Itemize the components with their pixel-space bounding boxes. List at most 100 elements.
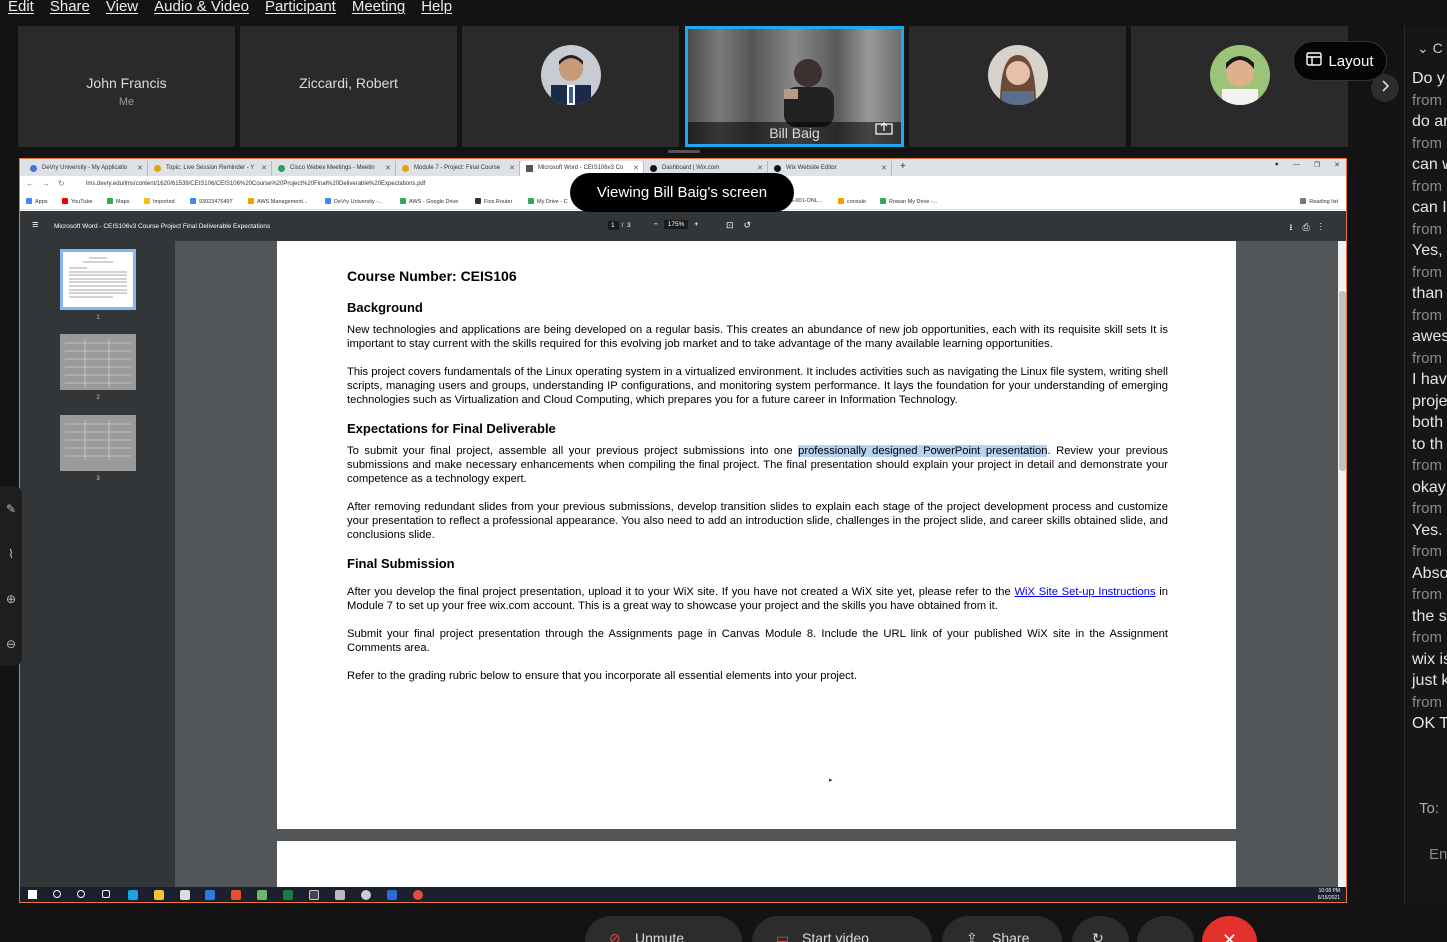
close-icon[interactable]: ✕ — [509, 164, 515, 172]
close-icon[interactable]: ✕ — [385, 164, 391, 172]
menu-meeting[interactable]: Meeting — [352, 0, 405, 16]
fit-rotate-icons[interactable]: ⊡↺ — [726, 220, 761, 231]
menu-help[interactable]: Help — [421, 0, 452, 16]
page-thumbnail[interactable] — [60, 249, 136, 310]
search-icon[interactable] — [53, 890, 61, 898]
scrollbar-thumb[interactable] — [1339, 291, 1346, 471]
zoom-level[interactable]: 175% — [663, 220, 689, 229]
page-thumbnail[interactable] — [60, 415, 136, 471]
participant-tile[interactable]: John Francis Me — [18, 26, 235, 147]
cortana-icon[interactable] — [77, 890, 85, 898]
participant-tile[interactable] — [462, 26, 679, 147]
browser-tab[interactable]: Cisco Webex Meetings - Meetin ✕ — [272, 161, 396, 176]
office-icon[interactable] — [231, 890, 241, 900]
menu-audio-video[interactable]: Audio & Video — [154, 0, 249, 16]
menu-view[interactable]: View — [106, 0, 138, 16]
reactions-button[interactable]: ↻ — [1072, 916, 1129, 942]
fingerprint-icon[interactable]: ⌇ — [8, 547, 14, 561]
bookmark-item[interactable]: console — [838, 198, 866, 205]
menu-share[interactable]: Share — [50, 0, 90, 16]
bookmark-item[interactable]: Imported — [144, 198, 175, 205]
profile-icon[interactable]: ● — [1275, 161, 1279, 169]
chrome-icon[interactable] — [413, 890, 423, 900]
active-speaker-tile[interactable]: Bill Baig — [685, 26, 904, 147]
chat-sender-line: from — [1412, 543, 1442, 560]
menu-edit[interactable]: Edit — [8, 0, 34, 16]
next-participants-button[interactable] — [1371, 74, 1399, 102]
zoom-out-icon[interactable]: − — [654, 221, 658, 228]
close-icon[interactable]: ✕ — [633, 164, 639, 172]
pdf-page: Course Number: CEIS106 Background New te… — [277, 241, 1236, 829]
layout-button[interactable]: Layout — [1293, 41, 1387, 81]
browser-tab[interactable]: Module 7 - Project: Final Course ✕ — [396, 161, 520, 176]
wix-setup-link[interactable]: WiX Site Set-up Instructions — [1014, 586, 1155, 598]
participant-tile[interactable] — [909, 26, 1126, 147]
bookmark-item[interactable]: AWS - Google Drive — [400, 198, 458, 205]
bookmark-item[interactable]: Apps — [26, 198, 48, 205]
zoom-in-icon[interactable]: + — [694, 221, 698, 228]
new-tab-button[interactable]: + — [900, 161, 906, 172]
chevron-down-icon[interactable]: ⌄ — [1417, 40, 1429, 56]
url-text[interactable]: lms.devry.edu/lms/content/1620/61539/CEI… — [86, 181, 425, 187]
chat-input[interactable]: En — [1429, 846, 1447, 863]
close-icon[interactable]: ✕ — [261, 164, 267, 172]
page-thumbnail[interactable] — [60, 334, 136, 390]
terminal-icon[interactable] — [309, 890, 319, 900]
pen-icon[interactable]: ✎ — [6, 502, 16, 516]
system-clock[interactable]: 10:08 PM 6/15/2021 — [1318, 888, 1340, 902]
bookmark-item[interactable]: Fios Router — [475, 198, 512, 205]
bookmark-item[interactable]: My Drive - C — [528, 198, 568, 205]
chat-message-line: I hav — [1412, 371, 1447, 388]
nav-arrows-icon[interactable]: ←→↻ — [26, 179, 73, 188]
browser-tab[interactable]: Topic: Live Session Reminder - Y ✕ — [148, 161, 272, 176]
vertical-scrollbar[interactable] — [1338, 241, 1346, 887]
zoom-out-icon[interactable]: ⊖ — [6, 637, 16, 651]
drive-icon — [880, 198, 886, 204]
bookmark-item[interactable]: Rowan My Drive -... — [880, 198, 937, 205]
close-icon: ✕ — [1221, 930, 1238, 942]
close-icon[interactable]: ✕ — [1334, 161, 1340, 169]
app-icon[interactable] — [335, 890, 345, 900]
pdf-viewer[interactable]: Course Number: CEIS106 Background New te… — [175, 241, 1346, 887]
close-icon[interactable]: ✕ — [881, 164, 887, 172]
unmute-button[interactable]: ⊘ Unmute — [585, 916, 742, 942]
bookmark-item[interactable]: AWS Management... — [248, 198, 308, 205]
resize-handle[interactable] — [668, 150, 700, 153]
mail-icon[interactable] — [205, 890, 215, 900]
more-options-button[interactable] — [1137, 916, 1194, 942]
edge-icon[interactable] — [128, 890, 138, 900]
download-print-more-icons[interactable]: ⭳⎙⋮ — [1289, 220, 1332, 236]
hamburger-menu-icon[interactable]: ≡ — [32, 219, 38, 231]
file-explorer-icon[interactable] — [154, 890, 164, 900]
task-view-icon[interactable] — [102, 890, 110, 898]
app-icon[interactable] — [257, 890, 267, 900]
bookmark-item[interactable]: DeVry University -... — [325, 198, 383, 205]
bookmark-item[interactable]: YouTube — [62, 198, 93, 205]
current-page[interactable]: 1 — [608, 221, 619, 230]
bookmark-item[interactable]: S-001-ONL... — [790, 198, 822, 204]
maximize-icon[interactable]: ❐ — [1314, 161, 1320, 169]
store-icon[interactable] — [180, 890, 190, 900]
app-icon[interactable] — [387, 890, 397, 900]
share-button[interactable]: ⇪ Share — [942, 916, 1062, 942]
tab-favicon-icon — [278, 165, 285, 172]
page-indicator[interactable]: 1 / 3 — [608, 221, 632, 230]
webex-icon — [190, 198, 196, 204]
close-icon[interactable]: ✕ — [137, 164, 143, 172]
zoom-in-icon[interactable]: ⊕ — [6, 592, 16, 606]
end-meeting-button[interactable]: ✕ — [1202, 916, 1257, 942]
settings-icon[interactable] — [361, 890, 371, 900]
participant-tile[interactable]: Ziccardi, Robert — [240, 26, 457, 147]
minimize-icon[interactable]: — — [1293, 161, 1300, 169]
start-video-button[interactable]: ▭ Start video — [752, 916, 932, 942]
browser-tab[interactable]: DeVry University - My Applicatio ✕ — [24, 161, 148, 176]
bookmark-item[interactable]: 93023475497 — [190, 198, 233, 205]
close-icon[interactable]: ✕ — [757, 164, 763, 172]
excel-icon[interactable] — [283, 890, 293, 900]
menu-participant[interactable]: Participant — [265, 0, 336, 16]
bookmark-item[interactable]: Maps — [107, 198, 129, 205]
chat-header[interactable]: ⌄ C — [1417, 40, 1443, 57]
browser-tab[interactable]: Wix Website Editor ✕ — [768, 161, 892, 176]
windows-start-icon[interactable] — [28, 890, 37, 899]
reading-list-button[interactable]: Reading list — [1300, 198, 1338, 205]
